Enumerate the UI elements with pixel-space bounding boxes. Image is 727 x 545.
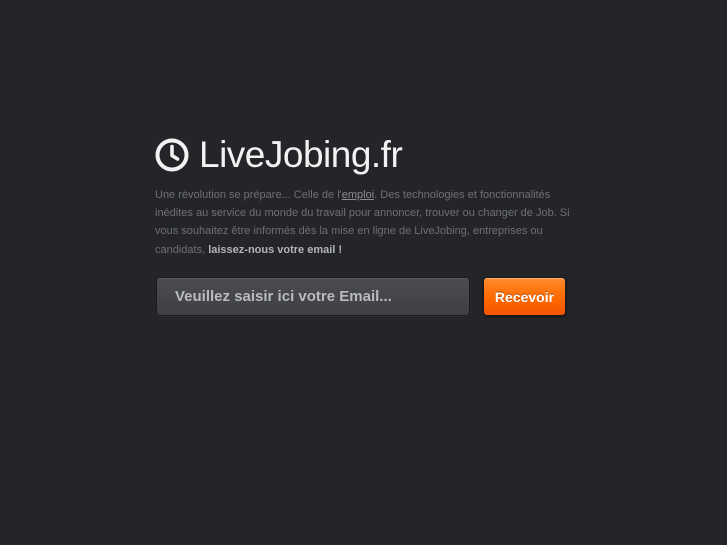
- intro-cta: laissez-nous votre email !: [208, 243, 343, 256]
- submit-button[interactable]: Recevoir: [483, 277, 566, 316]
- emploi-link[interactable]: emploi: [342, 189, 374, 201]
- intro-text-part1: Une révolution se prépare... Celle de l': [155, 189, 342, 201]
- email-form: Recevoir: [156, 277, 568, 317]
- signup-panel: LiveJobing.fr Une révolution se prépare.…: [155, 134, 570, 316]
- intro-text: Une révolution se prépare... Celle de l'…: [155, 186, 570, 259]
- logo: LiveJobing.fr: [155, 134, 570, 176]
- email-input[interactable]: [156, 277, 470, 316]
- logo-text: LiveJobing.fr: [199, 134, 403, 175]
- clock-icon: [155, 138, 189, 172]
